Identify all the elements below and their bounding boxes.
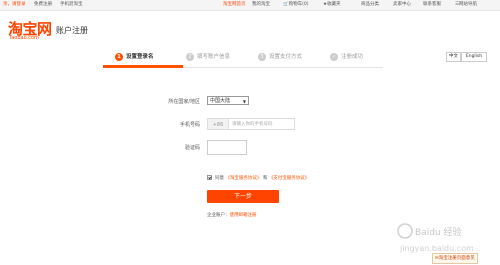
email-register-link[interactable]: 使用邮箱注册 [230,213,257,218]
product-categories-link[interactable]: 商品分类 [361,0,379,10]
contact-service-link[interactable]: 联系客服 [423,0,441,10]
lang-chinese-button[interactable]: 中文 [446,52,461,62]
enterprise-account-row: 企业账户：使用邮箱注册 [207,213,257,218]
phone-country-code: +86 [207,118,229,130]
step-set-login-name: 1 设置登录名 [115,52,154,62]
feedback-link[interactable]: ✉淘宝注册页面意见 [432,253,478,264]
alipay-terms-link[interactable]: 《支付宝服务协议》 [269,176,310,181]
baidu-jingyan-watermark: Baidu 经验 jingyan.baidu.com [397,223,474,253]
svg-text:Baidu 经验: Baidu 经验 [415,226,461,238]
step-number-badge: 2 [186,52,194,61]
agreement-row: 同意 《淘宝服务协议》 和 《支付宝服务协议》 [207,175,309,182]
top-navigation-bar: 亲，请登录 免费注册 手机逛淘宝 淘宝网首页 我的淘宝 🛒购物车(0) ★收藏夹… [0,0,500,11]
taobao-logo[interactable]: 淘宝网 Taobao.com [8,18,56,41]
taobao-home-link[interactable]: 淘宝网首页 [223,0,246,10]
seller-center-menu[interactable]: 卖家中心 [393,0,411,10]
step-number-badge: 1 [115,52,123,61]
site-navigation-menu[interactable]: ☰网站导航 [455,0,477,10]
agreement-checkbox[interactable] [207,175,212,180]
country-value: 中国大陆 [210,98,231,104]
free-register-link[interactable]: 免费注册 [34,0,52,10]
step-fill-account-info: 2 填写账户信息 [186,52,230,62]
captcha-slider-box[interactable] [207,140,247,155]
phone-input[interactable]: 请输入你的手机号码 [229,118,295,130]
next-step-button[interactable]: 下一步 [207,190,279,203]
mobile-taobao-link[interactable]: 手机逛淘宝 [60,0,83,10]
active-step-indicator [103,65,183,68]
checkmark-icon: ✓ [330,52,338,61]
logo-domain: Taobao.com [9,35,39,41]
page-title: 账户注册 [56,26,88,35]
step-register-success: ✓ 注册成功 [330,52,364,61]
my-taobao-menu[interactable]: 我的淘宝 [252,0,270,10]
lang-english-button[interactable]: English [461,52,487,62]
step-set-payment: 3 设置支付方式 [258,52,302,62]
caret-down-icon: ▼ [242,99,246,104]
phone-label: 手机号码 [179,122,200,128]
cart-link[interactable]: 🛒购物车(0) [283,0,308,10]
svg-text:jingyan.baidu.com: jingyan.baidu.com [399,244,474,253]
country-select[interactable]: 中国大陆 ▼ [207,96,249,105]
favorites-menu[interactable]: ★收藏夹 [323,0,341,10]
step-number-badge: 3 [258,52,266,61]
captcha-label: 验证码 [184,145,200,151]
country-label: 所在国家/地区 [168,99,200,105]
login-link[interactable]: 亲，请登录 [3,0,26,10]
taobao-terms-link[interactable]: 《淘宝服务协议》 [225,176,261,181]
